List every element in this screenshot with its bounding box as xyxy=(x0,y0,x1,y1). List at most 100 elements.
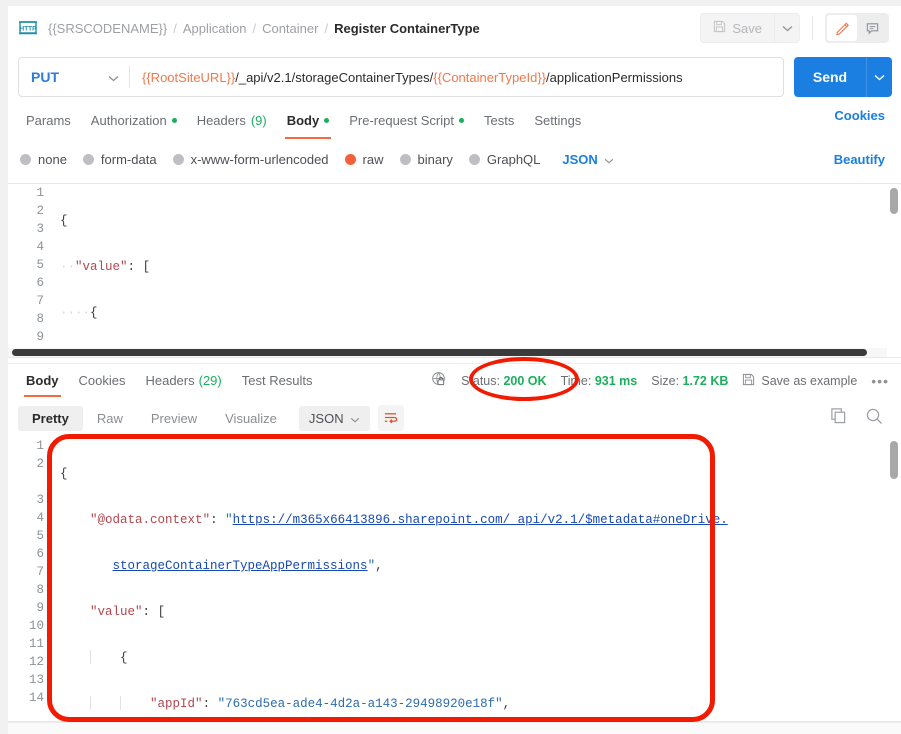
code-line: storageContainerTypeAppPermissions", xyxy=(60,557,887,575)
comments-button[interactable] xyxy=(857,15,887,41)
save-options-button[interactable] xyxy=(774,13,800,43)
chevron-down-icon xyxy=(782,25,793,32)
svg-text:HTTP: HTTP xyxy=(20,26,38,33)
status-group: Status: 200 OK xyxy=(461,374,547,388)
status-bar xyxy=(8,722,901,734)
line-number: 14 xyxy=(8,689,52,707)
chevron-down-icon xyxy=(108,69,129,85)
body-type-none[interactable]: none xyxy=(20,152,67,167)
body-format-select[interactable]: JSON xyxy=(562,152,613,167)
save-button[interactable]: Save xyxy=(700,13,774,43)
request-body-code[interactable]: { ··"value": [ ····{ ······"appId": "{{C… xyxy=(60,184,887,357)
radio-icon xyxy=(400,154,411,165)
response-body-editor[interactable]: 1 2 3 4 5 6 7 8 9 10 11 12 13 14 { "@oda… xyxy=(8,437,901,722)
tab-label: Test Results xyxy=(242,373,313,388)
line-number: 4 xyxy=(8,238,52,256)
tab-params[interactable]: Params xyxy=(16,108,81,132)
line-number: 11 xyxy=(8,635,52,653)
body-type-raw[interactable]: raw xyxy=(345,152,384,167)
line-number: 3 xyxy=(8,491,52,509)
response-tab-headers[interactable]: Headers(29) xyxy=(135,373,231,388)
size-value: 1.72 KB xyxy=(683,374,729,388)
tab-label: Params xyxy=(26,113,71,128)
copy-button[interactable] xyxy=(830,407,847,429)
view-tab-raw[interactable]: Raw xyxy=(83,406,137,431)
url-input[interactable]: {{RootSiteURL}}/_api/v2.1/storageContain… xyxy=(130,70,783,85)
tab-headers[interactable]: Headers (9) xyxy=(187,108,277,132)
save-as-example-label: Save as example xyxy=(761,374,857,388)
tab-label: Headers xyxy=(197,113,246,128)
modified-dot-icon xyxy=(459,118,464,123)
response-tab-body[interactable]: Body xyxy=(16,373,69,388)
tab-count: (9) xyxy=(251,113,267,128)
line-number: 12 xyxy=(8,653,52,671)
response-tab-cookies[interactable]: Cookies xyxy=(69,373,136,388)
line-number: 7 xyxy=(8,292,52,310)
line-number-spacer xyxy=(8,473,52,491)
send-options-button[interactable] xyxy=(866,57,892,97)
view-tab-preview[interactable]: Preview xyxy=(137,406,211,431)
line-number: 4 xyxy=(8,509,52,527)
edit-request-button[interactable] xyxy=(827,15,857,41)
code-line: { xyxy=(60,649,887,667)
response-format-select[interactable]: JSON xyxy=(299,406,370,431)
odata-context-url-part1[interactable]: https://m365x66413896.sharepoint.com/_ap… xyxy=(233,513,728,527)
response-meta: Status: 200 OK Time: 931 ms Size: 1.72 K… xyxy=(431,371,901,390)
view-tab-visualize[interactable]: Visualize xyxy=(211,406,291,431)
body-type-binary[interactable]: binary xyxy=(400,152,453,167)
tab-label: Body xyxy=(287,113,320,128)
beautify-button[interactable]: Beautify xyxy=(834,152,901,167)
breadcrumb-separator: / xyxy=(324,21,328,36)
tab-settings[interactable]: Settings xyxy=(524,108,591,132)
breadcrumb-item-container[interactable]: Container xyxy=(262,21,318,36)
http-method-select[interactable]: PUT xyxy=(19,58,129,96)
radio-icon xyxy=(20,154,31,165)
body-type-x-www-form-urlencoded[interactable]: x-www-form-urlencoded xyxy=(173,152,329,167)
breadcrumb-item-application[interactable]: Application xyxy=(183,21,247,36)
line-number: 10 xyxy=(8,617,52,635)
header-actions: Save xyxy=(700,13,901,43)
tab-pre-request-script[interactable]: Pre-request Script xyxy=(339,108,474,132)
save-as-example-button[interactable]: Save as example xyxy=(742,373,857,389)
body-type-label: x-www-form-urlencoded xyxy=(191,152,329,167)
line-number: 9 xyxy=(8,328,52,346)
size-label: Size: xyxy=(651,374,679,388)
word-wrap-button[interactable] xyxy=(378,405,404,431)
response-body-scrollbar[interactable] xyxy=(890,441,898,479)
status-value: 200 OK xyxy=(503,374,546,388)
request-body-hscroll[interactable] xyxy=(12,349,867,356)
pencil-icon xyxy=(835,21,850,36)
response-view-bar: Pretty Raw Preview Visualize JSON xyxy=(8,401,901,435)
line-number: 6 xyxy=(8,274,52,292)
breadcrumb-item-collection[interactable]: {{SRSCODENAME}} xyxy=(48,21,167,36)
tab-authorization[interactable]: Authorization xyxy=(81,108,187,132)
request-tab-bar: Params Authorization Headers (9) Body Pre… xyxy=(8,108,901,138)
body-type-form-data[interactable]: form-data xyxy=(83,152,157,167)
request-body-editor[interactable]: 1 2 3 4 5 6 7 8 9 { ··"value": [ ····{ ·… xyxy=(8,183,901,358)
breadcrumb-separator: / xyxy=(173,21,177,36)
view-tab-pretty[interactable]: Pretty xyxy=(18,406,83,431)
window-left-edge xyxy=(0,0,8,734)
body-type-label: binary xyxy=(418,152,453,167)
tab-body[interactable]: Body xyxy=(277,108,340,132)
body-type-graphql[interactable]: GraphQL xyxy=(469,152,540,167)
line-number: 1 xyxy=(8,437,52,455)
body-type-label: raw xyxy=(363,152,384,167)
tab-tests[interactable]: Tests xyxy=(474,108,524,132)
breadcrumb-separator: / xyxy=(252,21,256,36)
code-line: { xyxy=(60,212,887,230)
response-body-code[interactable]: { "@odata.context": "https://m365x664138… xyxy=(60,437,887,721)
request-body-scrollbar[interactable] xyxy=(890,188,898,214)
response-tab-test-results[interactable]: Test Results xyxy=(232,373,323,388)
ellipsis-icon[interactable]: ••• xyxy=(871,373,889,389)
response-meta-bar: Body Cookies Headers(29) Test Results St… xyxy=(8,363,901,397)
search-button[interactable] xyxy=(865,407,883,430)
line-number: 6 xyxy=(8,545,52,563)
radio-icon xyxy=(83,154,94,165)
cookies-link[interactable]: Cookies xyxy=(834,108,901,123)
odata-context-url-part2[interactable]: storageContainerTypeAppPermissions xyxy=(113,559,368,573)
line-number: 7 xyxy=(8,563,52,581)
request-body-hscroll-track xyxy=(8,348,887,357)
tab-label: Settings xyxy=(534,113,581,128)
send-button[interactable]: Send xyxy=(794,57,866,97)
